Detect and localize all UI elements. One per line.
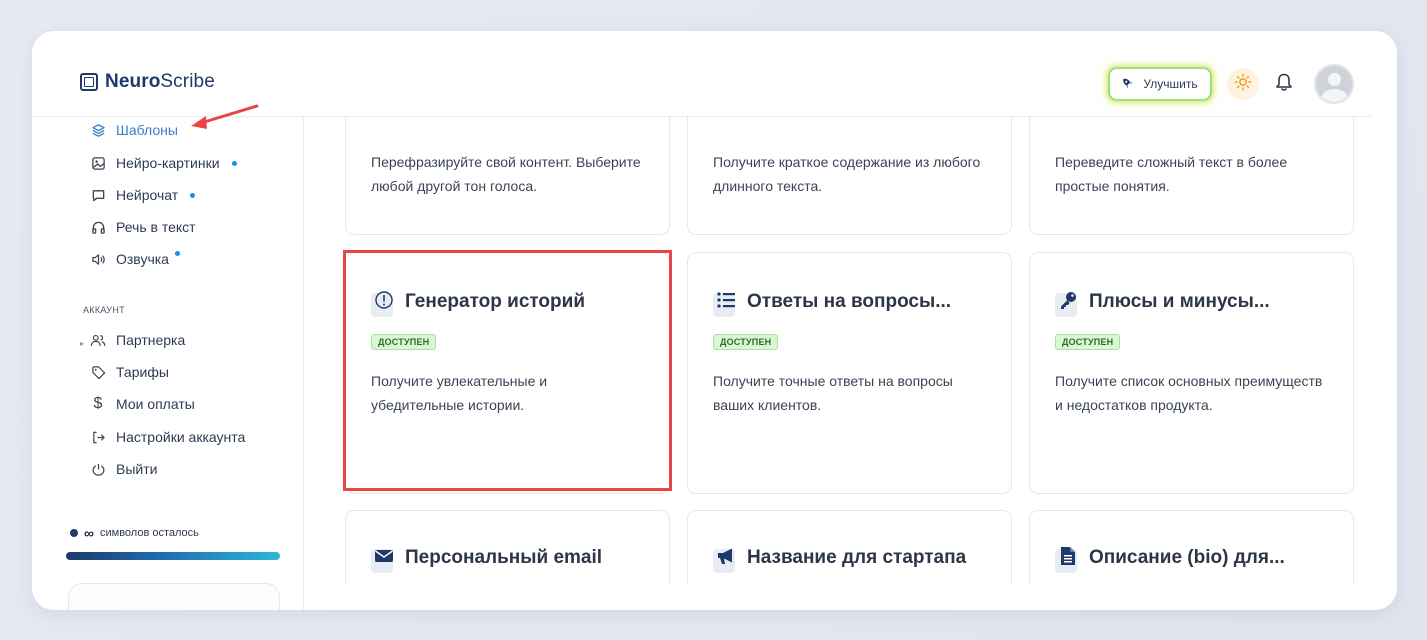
template-card-qa[interactable]: Ответы на вопросы... ДОСТУПЕН Получите т… [687, 252, 1012, 494]
template-card-simplify[interactable]: Переведите сложный текст в более простые… [1029, 117, 1354, 235]
tag-icon [90, 364, 106, 380]
headphones-icon [90, 219, 106, 235]
exclamation-circle-icon [371, 289, 397, 317]
app-window: NeuroScribe Улучшить Шаблоны Нейро-карти… [32, 31, 1397, 610]
logo[interactable]: NeuroScribe [80, 71, 215, 93]
card-title: Плюсы и минусы... [1055, 289, 1270, 317]
sidebar-item-voiceover[interactable]: Озвучка [90, 250, 180, 267]
card-title: Название для стартапа [713, 545, 967, 573]
sidebar-bottom-panel[interactable] [68, 583, 280, 610]
template-card-summary[interactable]: Получите краткое содержание из любого дл… [687, 117, 1012, 235]
logo-icon [80, 73, 98, 91]
sidebar-item-label: Озвучка [116, 251, 169, 267]
sidebar-item-neurochat[interactable]: Нейрочат [90, 187, 196, 203]
templates-grid: Перефразируйте свой контент. Выберите лю… [305, 117, 1373, 585]
card-description: Переведите сложный текст в более простые… [1055, 154, 1288, 194]
sidebar-item-label: Тарифы [116, 364, 169, 380]
card-title-text: Персональный email [405, 547, 603, 568]
sidebar-item-templates[interactable]: Шаблоны [90, 122, 178, 138]
card-title-text: Описание (bio) для... [1089, 547, 1285, 568]
credits-bullet [70, 529, 78, 537]
card-title-text: Название для стартапа [747, 547, 967, 568]
document-icon [1055, 545, 1081, 573]
new-indicator-dot [174, 250, 180, 256]
sidebar-item-label: Мои оплаты [116, 396, 195, 412]
sidebar-item-my-payments[interactable]: $ Мои оплаты [90, 395, 195, 412]
avatar[interactable] [1314, 64, 1354, 104]
dollar-icon: $ [93, 395, 103, 412]
notifications-button[interactable] [1270, 70, 1298, 98]
sidebar-item-label: Партнерка [116, 332, 186, 348]
logo-text: NeuroScribe [105, 71, 215, 92]
template-card-story-generator[interactable]: Генератор историй ДОСТУПЕН Получите увле… [345, 252, 670, 494]
sidebar-item-logout[interactable]: Выйти [90, 461, 157, 477]
list-icon [713, 289, 739, 317]
layers-icon [90, 122, 106, 138]
users-icon [90, 332, 106, 348]
avatar-body [1321, 89, 1348, 102]
card-description: Получите увлекательные и убедительные ис… [371, 373, 548, 413]
annotation-arrow [191, 104, 259, 129]
template-card-pros-cons[interactable]: Плюсы и минусы... ДОСТУПЕН Получите спис… [1029, 252, 1354, 494]
avatar-head [1328, 73, 1341, 86]
speaker-icon [90, 251, 106, 267]
status-badge: ДОСТУПЕН [1055, 334, 1121, 350]
image-icon [90, 155, 106, 171]
sidebar-item-speech-to-text[interactable]: Речь в текст [90, 219, 196, 235]
card-description: Получите краткое содержание из любого дл… [713, 154, 981, 194]
card-title-text: Плюсы и минусы... [1089, 291, 1270, 312]
card-title: Описание (bio) для... [1055, 545, 1285, 573]
card-title: Генератор историй [371, 289, 586, 317]
envelope-icon [371, 545, 397, 573]
megaphone-icon [713, 545, 739, 573]
sidebar-item-label: Нейрочат [116, 187, 179, 203]
credits-symbol: ∞ [84, 525, 94, 541]
template-card-startup-name[interactable]: Название для стартапа [687, 510, 1012, 585]
sidebar-item-partner[interactable]: Партнерка [90, 332, 185, 348]
template-card-personal-email[interactable]: Персональный email [345, 510, 670, 585]
card-title-text: Ответы на вопросы... [747, 291, 952, 312]
template-card-bio[interactable]: Описание (bio) для... [1029, 510, 1354, 585]
sidebar-item-label: Речь в текст [116, 219, 196, 235]
sidebar-item-label: Выйти [116, 461, 158, 477]
sidebar: Шаблоны Нейро-картинки Нейрочат Речь в т… [32, 117, 304, 610]
credits-counter: ∞ символов осталось [70, 525, 199, 541]
template-card-paraphrase[interactable]: Перефразируйте свой контент. Выберите лю… [345, 117, 670, 235]
card-title: Ответы на вопросы... [713, 289, 952, 317]
credits-progress-bar [66, 552, 280, 560]
card-title-text: Генератор историй [405, 291, 586, 312]
sidebar-item-neuro-images[interactable]: Нейро-картинки [90, 155, 237, 171]
credits-text: символов осталось [99, 527, 199, 539]
rocket-icon [1119, 74, 1140, 95]
upgrade-label: Улучшить [1143, 77, 1198, 91]
card-title: Персональный email [371, 545, 603, 573]
chat-icon [90, 187, 106, 203]
status-badge: ДОСТУПЕН [371, 334, 437, 350]
logout-arrow-icon [90, 429, 106, 445]
bell-icon [1275, 72, 1293, 97]
card-description: Получите точные ответы на вопросы ваших … [713, 373, 953, 413]
sidebar-item-label: Настройки аккаунта [116, 429, 246, 445]
theme-toggle-button[interactable] [1227, 68, 1259, 100]
new-indicator-dot [190, 192, 196, 198]
expand-caret-icon[interactable]: ▸ [80, 339, 84, 348]
new-indicator-dot [231, 160, 237, 166]
sun-icon [1234, 73, 1252, 96]
account-section-label: АККАУНТ [83, 305, 125, 315]
status-badge: ДОСТУПЕН [713, 334, 779, 350]
sidebar-item-tariffs[interactable]: Тарифы [90, 364, 169, 380]
card-description: Получите список основных преимуществ и н… [1055, 373, 1323, 413]
sidebar-item-label: Нейро-картинки [116, 155, 220, 171]
power-icon [90, 461, 106, 477]
card-description: Перефразируйте свой контент. Выберите лю… [371, 154, 641, 194]
key-icon [1055, 289, 1081, 317]
sidebar-item-label: Шаблоны [116, 122, 178, 138]
upgrade-button[interactable]: Улучшить [1108, 67, 1212, 101]
sidebar-item-account-settings[interactable]: Настройки аккаунта [90, 429, 245, 445]
